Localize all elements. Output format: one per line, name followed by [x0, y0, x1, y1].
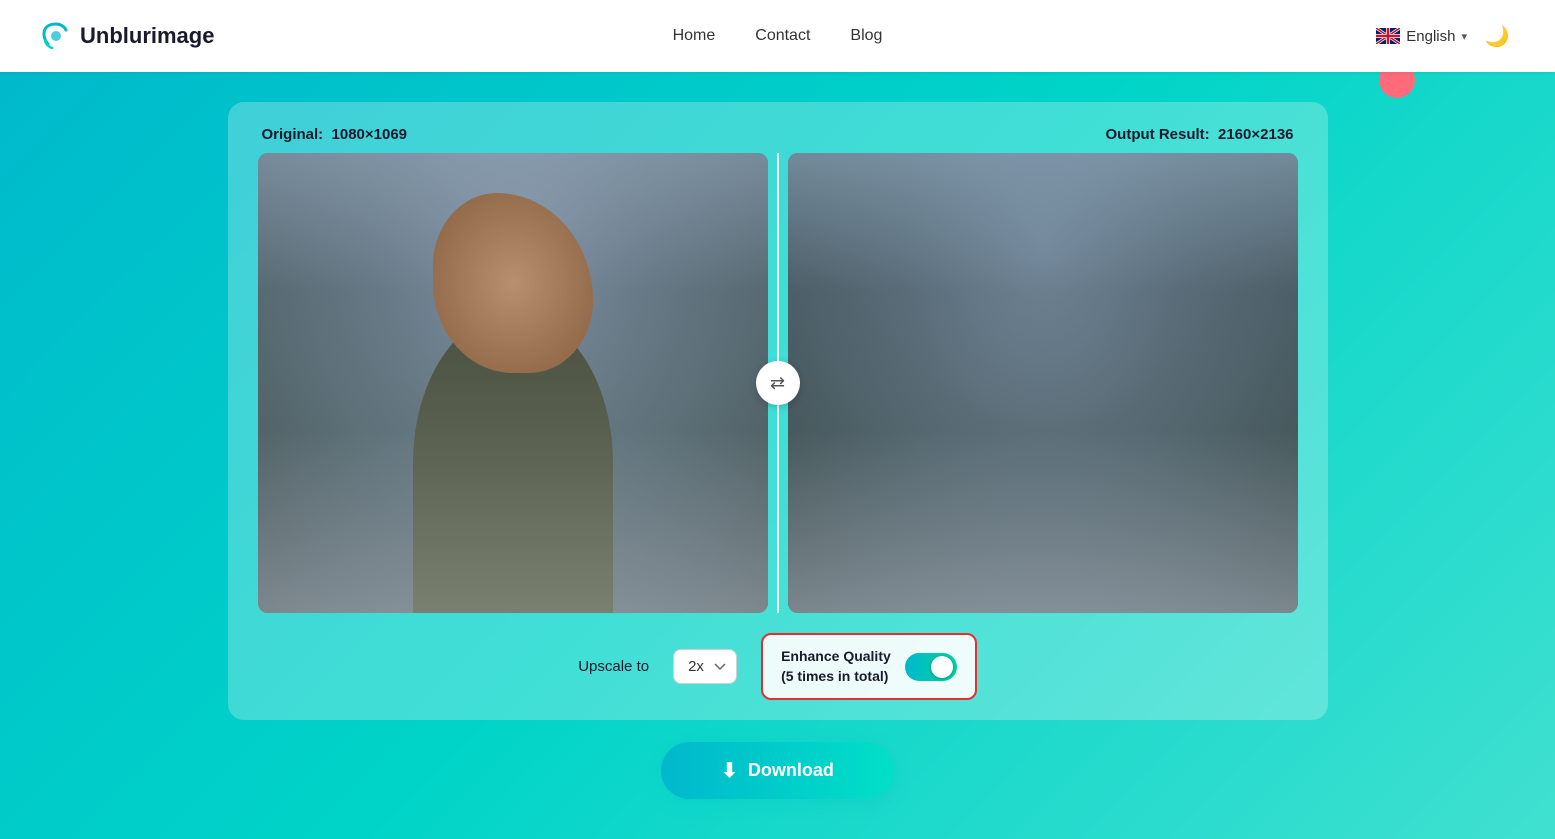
output-label: Output Result: 2160×2136: [1106, 126, 1294, 143]
original-photo: [258, 153, 768, 613]
enhance-toggle[interactable]: [905, 653, 957, 681]
compare-divider: ⇄: [777, 153, 779, 613]
language-selector[interactable]: English ▾: [1376, 28, 1467, 45]
compare-handle[interactable]: ⇄: [756, 361, 800, 405]
comparison-wrapper: Original: 1080×1069 Output Result: 2160×…: [228, 102, 1328, 720]
logo-icon: [40, 20, 72, 52]
original-label: Original: 1080×1069: [262, 126, 408, 143]
upscale-label: Upscale to: [578, 658, 649, 675]
enhanced-photo: [788, 153, 1298, 613]
toggle-track: [905, 653, 957, 681]
download-label: Download: [748, 760, 834, 781]
download-section: ⬇ Download: [661, 742, 894, 799]
upscale-select[interactable]: 2x 4x 8x: [673, 649, 737, 684]
images-row: ⇄: [258, 153, 1298, 613]
language-label: English: [1406, 28, 1455, 45]
enhance-quality-box: Enhance Quality (5 times in total): [761, 633, 977, 700]
image-labels: Original: 1080×1069 Output Result: 2160×…: [258, 126, 1298, 143]
logo-area[interactable]: Unblurimage: [40, 20, 214, 52]
chevron-down-icon: ▾: [1461, 30, 1467, 43]
download-icon: ⬇: [721, 758, 738, 783]
enhance-label: Enhance Quality (5 times in total): [781, 647, 891, 686]
nav-links: Home Contact Blog: [673, 27, 883, 45]
nav-right: English ▾ 🌙: [1376, 18, 1515, 54]
flag-icon: [1376, 28, 1400, 44]
toggle-thumb: [931, 656, 953, 678]
dark-mode-button[interactable]: 🌙: [1479, 18, 1515, 54]
nav-home[interactable]: Home: [673, 27, 716, 44]
nav-blog[interactable]: Blog: [850, 27, 882, 44]
navbar: Unblurimage Home Contact Blog English ▾ …: [0, 0, 1555, 72]
nav-contact[interactable]: Contact: [755, 27, 810, 44]
logo-text: Unblurimage: [80, 23, 214, 49]
original-image: [258, 153, 768, 613]
download-button[interactable]: ⬇ Download: [661, 742, 894, 799]
output-image: [788, 153, 1298, 613]
controls-row: Upscale to 2x 4x 8x Enhance Quality (5 t…: [258, 633, 1298, 700]
main-content: Original: 1080×1069 Output Result: 2160×…: [0, 72, 1555, 839]
